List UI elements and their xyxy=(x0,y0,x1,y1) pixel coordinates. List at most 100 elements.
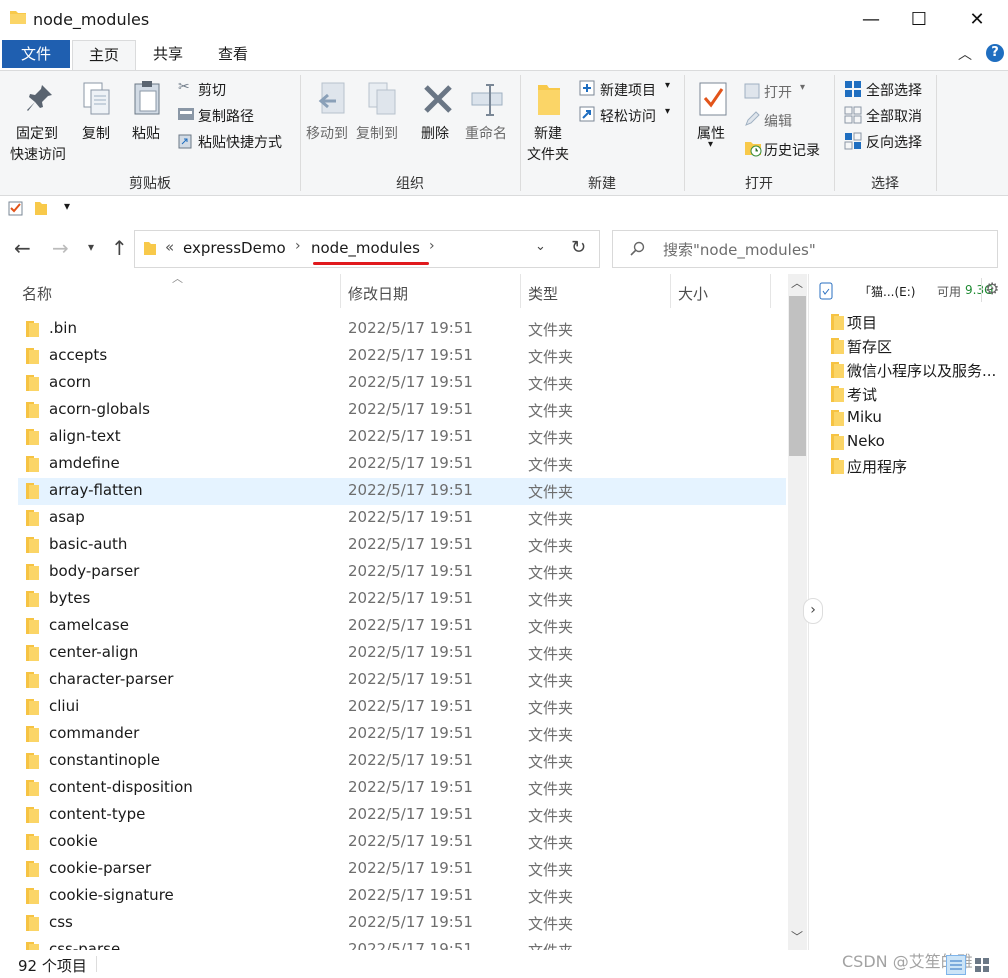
tab-view[interactable]: 查看 xyxy=(202,40,264,68)
file-row[interactable]: cliui 2022/5/17 19:51 文件夹 xyxy=(18,694,786,721)
copy-path-button[interactable]: 复制路径 xyxy=(198,106,254,126)
folder-icon xyxy=(26,510,39,526)
copy-button[interactable]: 复制 xyxy=(82,123,110,143)
column-header-name[interactable]: 名称 xyxy=(22,283,52,304)
file-row[interactable]: center-align 2022/5/17 19:51 文件夹 xyxy=(18,640,786,667)
address-bar[interactable]: « expressDemo › node_modules › ⌄ xyxy=(134,230,562,268)
large-icons-view-icon[interactable] xyxy=(972,955,992,975)
breadcrumb-expressdemo[interactable]: expressDemo xyxy=(183,239,286,257)
file-row[interactable]: cookie 2022/5/17 19:51 文件夹 xyxy=(18,829,786,856)
column-divider[interactable] xyxy=(520,274,521,308)
file-row[interactable]: align-text 2022/5/17 19:51 文件夹 xyxy=(18,424,786,451)
delete-icon xyxy=(424,85,452,113)
easy-access-button[interactable]: 轻松访问 xyxy=(600,106,656,126)
file-row[interactable]: .bin 2022/5/17 19:51 文件夹 xyxy=(18,316,786,343)
navpane-item-label: 应用程序 xyxy=(847,458,908,476)
edit-button[interactable]: 编辑 xyxy=(764,111,792,131)
rename-button[interactable]: 重命名 xyxy=(465,123,507,143)
file-row[interactable]: commander 2022/5/17 19:51 文件夹 xyxy=(18,721,786,748)
up-arrow-icon[interactable]: ↑ xyxy=(111,236,128,260)
maximize-button[interactable]: ☐ xyxy=(896,0,942,40)
expand-pane-chevron-icon[interactable]: › xyxy=(803,598,823,624)
delete-button[interactable]: 删除 xyxy=(421,123,449,143)
file-row[interactable]: content-type 2022/5/17 19:51 文件夹 xyxy=(18,802,786,829)
new-folder-label-2[interactable]: 文件夹 xyxy=(527,144,569,164)
tab-file[interactable]: 文件 xyxy=(2,40,70,68)
cut-button[interactable]: 剪切 xyxy=(198,80,226,100)
column-divider[interactable] xyxy=(770,274,771,308)
tab-home[interactable]: 主页 xyxy=(72,40,136,70)
paste-shortcut-button[interactable]: 粘贴快捷方式 xyxy=(198,132,282,152)
tab-share[interactable]: 共享 xyxy=(138,40,198,68)
file-row[interactable]: camelcase 2022/5/17 19:51 文件夹 xyxy=(18,613,786,640)
breadcrumb-node-modules[interactable]: node_modules xyxy=(311,239,420,257)
select-none-button[interactable]: 全部取消 xyxy=(866,106,922,126)
back-arrow-icon[interactable]: ← xyxy=(14,236,31,260)
new-item-button[interactable]: 新建项目 xyxy=(600,80,656,100)
column-header-date[interactable]: 修改日期 xyxy=(348,283,408,304)
copy-to-icon xyxy=(368,82,396,115)
folder-icon xyxy=(831,386,844,402)
file-row[interactable]: asap 2022/5/17 19:51 文件夹 xyxy=(18,505,786,532)
chevron-right-icon[interactable]: › xyxy=(295,238,301,254)
folder-icon xyxy=(831,314,844,330)
file-type: 文件夹 xyxy=(528,483,574,501)
chevron-right-icon[interactable]: › xyxy=(429,238,435,254)
new-folder-icon[interactable] xyxy=(34,201,48,216)
column-divider[interactable] xyxy=(340,274,341,308)
column-divider[interactable] xyxy=(670,274,671,308)
search-input[interactable]: 搜索"node_modules" xyxy=(612,230,998,268)
file-row[interactable]: character-parser 2022/5/17 19:51 文件夹 xyxy=(18,667,786,694)
file-row[interactable]: basic-auth 2022/5/17 19:51 文件夹 xyxy=(18,532,786,559)
refresh-icon: ↻ xyxy=(571,237,587,258)
column-header-type[interactable]: 类型 xyxy=(528,283,558,304)
file-type: 文件夹 xyxy=(528,753,574,771)
list-header: ︿ 名称 修改日期 类型 大小 xyxy=(0,272,786,310)
forward-arrow-icon[interactable]: → xyxy=(52,236,69,260)
file-row[interactable]: constantinople 2022/5/17 19:51 文件夹 xyxy=(18,748,786,775)
close-button[interactable]: ✕ xyxy=(954,0,1000,40)
file-row[interactable]: amdefine 2022/5/17 19:51 文件夹 xyxy=(18,451,786,478)
properties-check-icon[interactable] xyxy=(8,201,23,216)
scrollbar-thumb[interactable] xyxy=(789,296,806,456)
recent-locations-chevron-icon[interactable]: ▾ xyxy=(88,240,94,254)
minimize-button[interactable]: — xyxy=(848,0,894,40)
file-row[interactable]: cookie-parser 2022/5/17 19:51 文件夹 xyxy=(18,856,786,883)
address-dropdown-chevron-icon[interactable]: ⌄ xyxy=(535,239,546,254)
file-list: .bin 2022/5/17 19:51 文件夹 accepts 2022/5/… xyxy=(0,316,786,950)
breadcrumb-overflow[interactable]: « xyxy=(165,238,174,256)
file-row[interactable]: accepts 2022/5/17 19:51 文件夹 xyxy=(18,343,786,370)
refresh-button[interactable]: ↻ xyxy=(561,230,600,268)
file-type: 文件夹 xyxy=(528,321,574,339)
scroll-up-arrow-icon[interactable]: ︿ xyxy=(791,274,803,291)
paste-button[interactable]: 粘贴 xyxy=(132,123,160,143)
file-row[interactable]: acorn-globals 2022/5/17 19:51 文件夹 xyxy=(18,397,786,424)
file-row[interactable]: content-disposition 2022/5/17 19:51 文件夹 xyxy=(18,775,786,802)
file-row[interactable]: acorn 2022/5/17 19:51 文件夹 xyxy=(18,370,786,397)
folder-icon xyxy=(26,429,39,445)
chevron-down-icon: ▾ xyxy=(800,82,806,93)
copy-to-button[interactable]: 复制到 xyxy=(356,123,398,143)
file-row[interactable]: cookie-signature 2022/5/17 19:51 文件夹 xyxy=(18,883,786,910)
file-name: center-align xyxy=(49,643,139,661)
qat-customize-icon[interactable]: ▾ xyxy=(64,199,70,213)
help-icon[interactable]: ? xyxy=(986,44,1004,62)
details-view-icon[interactable] xyxy=(946,955,966,975)
open-button[interactable]: 打开 xyxy=(764,82,792,102)
file-row[interactable]: array-flatten 2022/5/17 19:51 文件夹 xyxy=(18,478,786,505)
file-row[interactable]: body-parser 2022/5/17 19:51 文件夹 xyxy=(18,559,786,586)
file-row[interactable]: bytes 2022/5/17 19:51 文件夹 xyxy=(18,586,786,613)
invert-selection-button[interactable]: 反向选择 xyxy=(866,132,922,152)
new-folder-button[interactable]: 新建 xyxy=(534,123,562,143)
chevron-up-icon[interactable]: ︿ xyxy=(958,44,972,64)
pin-label[interactable]: 固定到 xyxy=(16,123,58,143)
file-row[interactable]: css-parse 2022/5/17 19:51 文件夹 xyxy=(18,937,786,950)
move-to-button[interactable]: 移动到 xyxy=(306,123,348,143)
sort-ascending-icon: ︿ xyxy=(172,272,183,285)
select-all-button[interactable]: 全部选择 xyxy=(866,80,922,100)
pin-label-2[interactable]: 快速访问 xyxy=(10,144,66,164)
scroll-down-arrow-icon[interactable]: ﹀ xyxy=(791,928,803,945)
history-button[interactable]: 历史记录 xyxy=(764,140,820,160)
file-row[interactable]: css 2022/5/17 19:51 文件夹 xyxy=(18,910,786,937)
column-header-size[interactable]: 大小 xyxy=(678,283,708,304)
